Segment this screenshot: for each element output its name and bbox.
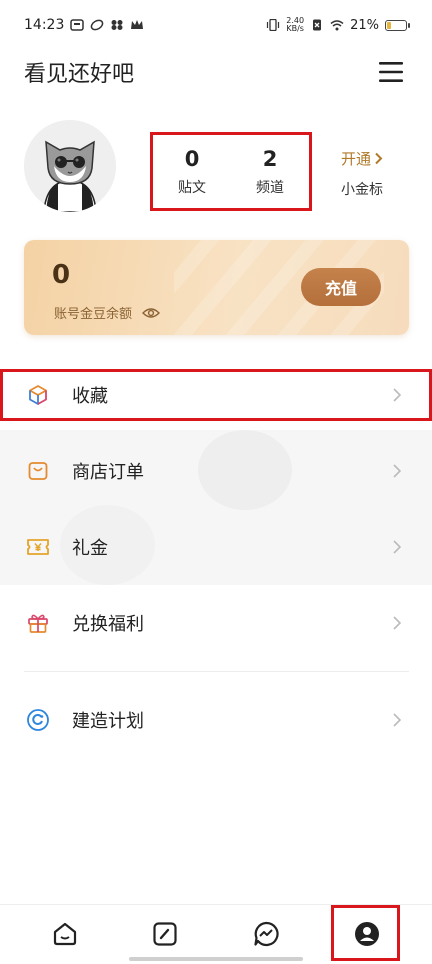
battery-icon (385, 19, 410, 31)
chevron-right-icon (393, 464, 402, 478)
vip-section[interactable]: 开通 小金标 (330, 148, 394, 199)
compose-icon (153, 922, 177, 946)
vibrate-icon (267, 19, 280, 31)
gift-icon (26, 611, 50, 635)
menu-item-label: 礼金 (72, 538, 108, 559)
stat-channels-value: 2 (262, 146, 278, 171)
menu-divider (24, 671, 409, 672)
status-time: 14:23 (24, 17, 65, 33)
balance-value: 0 (52, 260, 71, 290)
message-icon (254, 921, 279, 947)
shopping-bag-icon (26, 459, 50, 483)
vip-link-label: 开通 (340, 150, 371, 168)
no-sim-icon (313, 19, 322, 31)
chevron-right-icon (393, 616, 402, 630)
nav-messages[interactable] (249, 917, 283, 951)
menu-item-label: 收藏 (72, 386, 108, 407)
cat-avatar-icon (24, 120, 116, 212)
home-icon (53, 922, 77, 946)
chevron-right-icon (393, 388, 402, 402)
profile-section: 0 贴文 2 频道 开通 小金标 (0, 118, 432, 218)
stat-posts-value: 0 (184, 146, 200, 171)
network-speed: 2.40 KB/s (286, 17, 304, 33)
balance-label: 账号金豆余额 (54, 307, 133, 322)
chevron-right-icon (375, 152, 383, 165)
balance-card: 0 账号金豆余额 充值 (24, 240, 409, 335)
home-indicator (129, 957, 303, 961)
vip-link[interactable]: 开通 (330, 148, 394, 169)
status-right: 2.40 KB/s 21% (266, 17, 410, 33)
nav-profile[interactable] (350, 917, 384, 951)
stat-channels-label: 频道 (256, 179, 284, 196)
battery-percent: 21% (350, 17, 379, 33)
link-notification-icon (91, 19, 104, 31)
avatar[interactable] (24, 120, 116, 212)
menu-item-gift-money[interactable]: 礼金 (0, 521, 432, 573)
status-bar: 14:23 2.40 KB/s 21% (0, 0, 432, 50)
profile-icon (355, 922, 379, 946)
menu-item-redeem-benefits[interactable]: 兑换福利 (0, 597, 432, 649)
stat-posts-label: 贴文 (178, 179, 206, 196)
recharge-button[interactable]: 充值 (301, 268, 381, 306)
eye-icon[interactable] (142, 307, 161, 319)
balance-label-row: 账号金豆余额 (54, 303, 161, 322)
stat-channels[interactable]: 2 频道 (231, 135, 309, 208)
circular-progress-icon (26, 708, 50, 732)
chevron-right-icon (393, 540, 402, 554)
menu-item-label: 兑换福利 (72, 614, 144, 635)
flower-notification-icon (111, 20, 123, 30)
app-notification-icon (70, 19, 85, 31)
hamburger-menu-icon (379, 62, 403, 82)
vip-sub-label: 小金标 (341, 182, 383, 198)
stat-posts[interactable]: 0 贴文 (153, 135, 231, 208)
profile-page: 14:23 2.40 KB/s 21% 看见还好吧 0 贴文 2 频道 开通 小… (0, 0, 432, 964)
stats-box: 0 贴文 2 频道 (150, 132, 312, 211)
menu-button[interactable] (376, 57, 406, 87)
menu-item-shop-orders[interactable]: 商店订单 (0, 445, 432, 497)
crown-notification-icon (131, 20, 144, 29)
chevron-right-icon (393, 713, 402, 727)
header: 看见还好吧 (0, 50, 432, 94)
menu-item-favorites[interactable]: 收藏 (0, 369, 432, 421)
page-title: 看见还好吧 (24, 62, 135, 87)
network-speed-unit: KB/s (286, 24, 304, 33)
cube-icon (26, 383, 50, 407)
nav-home[interactable] (48, 917, 82, 951)
yen-ticket-icon (26, 535, 50, 559)
menu-item-label: 商店订单 (72, 462, 144, 483)
status-left: 14:23 (24, 17, 144, 33)
menu-item-label: 建造计划 (72, 711, 144, 732)
nav-compose[interactable] (148, 917, 182, 951)
wifi-icon (330, 20, 344, 31)
bottom-nav (0, 904, 432, 964)
menu-item-build-plan[interactable]: 建造计划 (0, 694, 432, 746)
